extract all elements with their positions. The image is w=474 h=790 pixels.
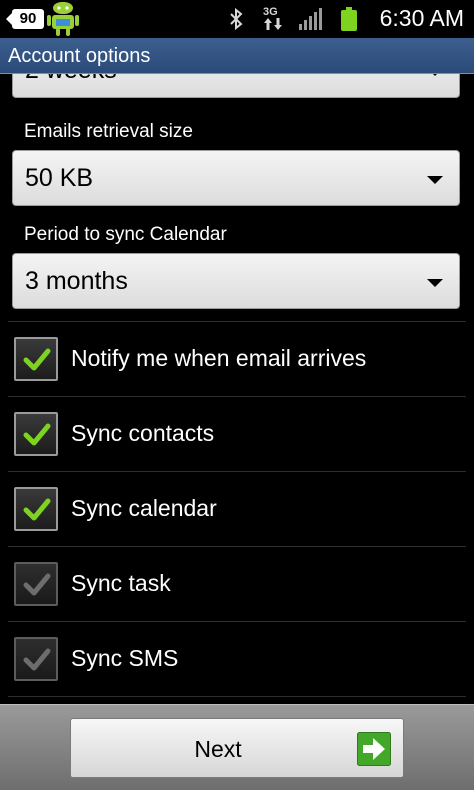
clock: 6:30 AM bbox=[379, 5, 464, 31]
notify-email-label: Notify me when email arrives bbox=[71, 345, 367, 371]
calendar-sync-period-label: Period to sync Calendar bbox=[24, 224, 227, 245]
sync-calendar-label: Sync calendar bbox=[71, 495, 217, 521]
page-title: Account options bbox=[8, 45, 151, 67]
email-sync-period-value: 2 weeks bbox=[25, 74, 117, 85]
notify-email-checkbox[interactable] bbox=[14, 337, 58, 381]
email-sync-period-dropdown[interactable]: 2 weeks bbox=[12, 74, 460, 98]
dropdown-arrow-icon bbox=[427, 176, 443, 184]
retrieval-size-value: 50 KB bbox=[25, 164, 94, 192]
calendar-sync-period-dropdown[interactable]: 3 months bbox=[12, 253, 460, 309]
sync-contacts-row[interactable]: Sync contacts bbox=[0, 397, 474, 471]
sync-sms-row[interactable]: Sync SMS bbox=[0, 622, 474, 696]
retrieval-size-label: Emails retrieval size bbox=[24, 121, 193, 142]
dropdown-arrow-icon bbox=[427, 279, 443, 287]
sync-sms-checkbox[interactable] bbox=[14, 637, 58, 681]
android-icon bbox=[47, 2, 79, 36]
svg-text:3G: 3G bbox=[263, 6, 278, 18]
title-bar: Account options bbox=[0, 38, 474, 74]
divider bbox=[8, 696, 466, 697]
sync-contacts-checkbox[interactable] bbox=[14, 412, 58, 456]
sync-calendar-checkbox[interactable] bbox=[14, 487, 58, 531]
sync-task-row[interactable]: Sync task bbox=[0, 547, 474, 621]
checkmark-icon bbox=[23, 423, 51, 446]
bluetooth-icon bbox=[230, 7, 243, 31]
retrieval-size-dropdown[interactable]: 50 KB bbox=[12, 150, 460, 206]
dropdown-arrow-icon bbox=[427, 74, 443, 76]
bottom-bar: Next bbox=[0, 704, 474, 790]
sync-calendar-row[interactable]: Sync calendar bbox=[0, 472, 474, 546]
status-bar: 90 3G 6:30 AM bbox=[0, 0, 474, 38]
calendar-sync-period-value: 3 months bbox=[25, 267, 128, 295]
battery-icon bbox=[341, 7, 357, 31]
next-button[interactable]: Next bbox=[70, 718, 404, 778]
checkmark-icon bbox=[23, 348, 51, 371]
notify-email-row[interactable]: Notify me when email arrives bbox=[0, 322, 474, 396]
arrow-right-icon bbox=[357, 732, 391, 766]
sync-task-label: Sync task bbox=[71, 570, 171, 596]
next-button-label: Next bbox=[194, 736, 242, 762]
checkmark-icon bbox=[23, 498, 51, 521]
account-options-list[interactable]: 2 weeks Emails retrieval size 50 KB Peri… bbox=[0, 74, 474, 704]
sync-sms-label: Sync SMS bbox=[71, 645, 179, 671]
notification-count-badge[interactable]: 90 bbox=[6, 9, 44, 29]
checkmark-icon bbox=[23, 648, 51, 671]
sync-contacts-label: Sync contacts bbox=[71, 420, 215, 446]
signal-icon bbox=[299, 8, 322, 30]
checkmark-icon bbox=[23, 573, 51, 596]
sync-task-checkbox[interactable] bbox=[14, 562, 58, 606]
network-3g-icon: 3G bbox=[263, 6, 282, 30]
